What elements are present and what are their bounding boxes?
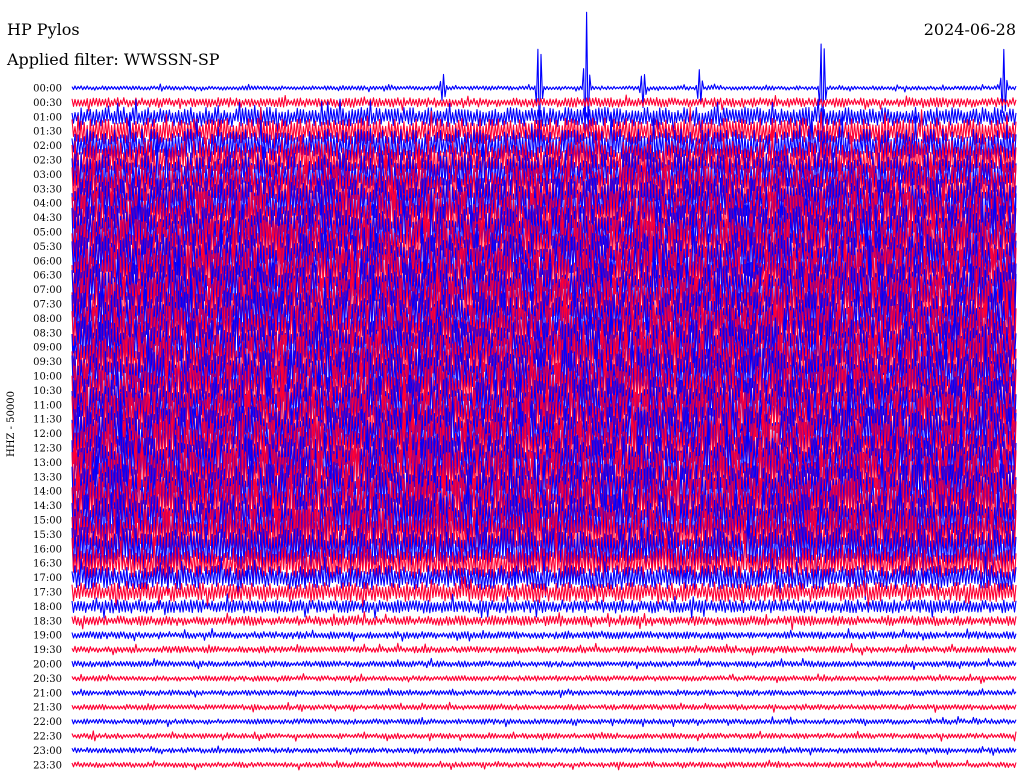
hour-label-0500: 05:00 [33, 228, 62, 239]
hour-label-1000: 10:00 [33, 372, 62, 383]
hour-label-1400: 14:00 [33, 487, 62, 498]
hour-label-0530: 05:30 [33, 242, 62, 253]
hour-label-1430: 14:30 [33, 501, 62, 512]
trace-row-2030 [71, 673, 1017, 685]
hour-label-1500: 15:00 [33, 516, 62, 527]
hour-label-0200: 02:00 [33, 141, 62, 152]
hour-label-0800: 08:00 [33, 314, 62, 325]
hour-label-2000: 20:00 [33, 660, 62, 671]
trace-row-0000 [71, 11, 1017, 154]
hour-label-0730: 07:30 [33, 300, 62, 311]
hour-label-2200: 22:00 [33, 717, 62, 728]
hour-label-0000: 00:00 [33, 84, 62, 95]
hour-label-1900: 19:00 [33, 631, 62, 642]
hour-label-0400: 04:00 [33, 199, 62, 210]
trace-row-2200 [71, 715, 1017, 728]
hour-label-1530: 15:30 [33, 530, 62, 541]
hour-label-0430: 04:30 [33, 213, 62, 224]
hour-label-2300: 23:00 [33, 746, 62, 757]
trace-row-1900 [71, 627, 1017, 642]
hour-label-1600: 16:00 [33, 544, 62, 555]
hour-label-1730: 17:30 [33, 588, 62, 599]
hour-label-1200: 12:00 [33, 429, 62, 440]
hour-label-1330: 13:30 [33, 472, 62, 483]
trace-row-2230 [71, 730, 1017, 742]
trace-row-2100 [71, 688, 1017, 699]
trace-row-2000 [71, 657, 1017, 671]
trace-row-1930 [71, 642, 1017, 656]
hour-label-2330: 23:30 [33, 760, 62, 771]
hour-label-0700: 07:00 [33, 285, 62, 296]
hour-label-1230: 12:30 [33, 444, 62, 455]
hour-label-1630: 16:30 [33, 559, 62, 570]
hour-label-1300: 13:00 [33, 458, 62, 469]
hour-label-0100: 01:00 [33, 112, 62, 123]
hour-label-0900: 09:00 [33, 343, 62, 354]
hour-label-2030: 20:30 [33, 674, 62, 685]
hour-label-0830: 08:30 [33, 328, 62, 339]
hour-label-1930: 19:30 [33, 645, 62, 656]
trace-row-1830 [71, 611, 1017, 631]
hour-label-group: 00:00 00:30 01:00 01:30 02:00 02:30 03:00 03:30… [33, 84, 62, 772]
hour-label-2100: 21:00 [33, 688, 62, 699]
hour-label-1130: 11:30 [33, 415, 62, 426]
trace-row-2330 [71, 759, 1017, 771]
hour-label-0330: 03:30 [33, 184, 62, 195]
hour-label-1100: 11:00 [33, 400, 62, 411]
helicorder-page: HP Pylos Applied filter: WWSSN-SP 2024-0… [0, 0, 1024, 780]
trace-row-2130 [71, 701, 1017, 713]
hour-label-0300: 03:00 [33, 170, 62, 181]
helicorder-chart: 00:00 00:30 01:00 01:30 02:00 02:30 03:00 03:30… [33, 11, 1017, 772]
hour-label-0600: 06:00 [33, 256, 62, 267]
hour-label-0230: 02:30 [33, 156, 62, 167]
hour-label-1800: 18:00 [33, 602, 62, 613]
hour-label-0030: 00:30 [33, 98, 62, 109]
hour-label-0930: 09:30 [33, 357, 62, 368]
hour-label-1030: 10:30 [33, 386, 62, 397]
trace-row-2300 [71, 745, 1017, 756]
hour-label-1700: 17:00 [33, 573, 62, 584]
hour-label-0630: 06:30 [33, 271, 62, 282]
trace-group [71, 11, 1017, 771]
hour-label-1830: 18:30 [33, 616, 62, 627]
hour-label-2230: 22:30 [33, 732, 62, 743]
hour-label-0130: 01:30 [33, 127, 62, 138]
hour-label-2130: 21:30 [33, 703, 62, 714]
